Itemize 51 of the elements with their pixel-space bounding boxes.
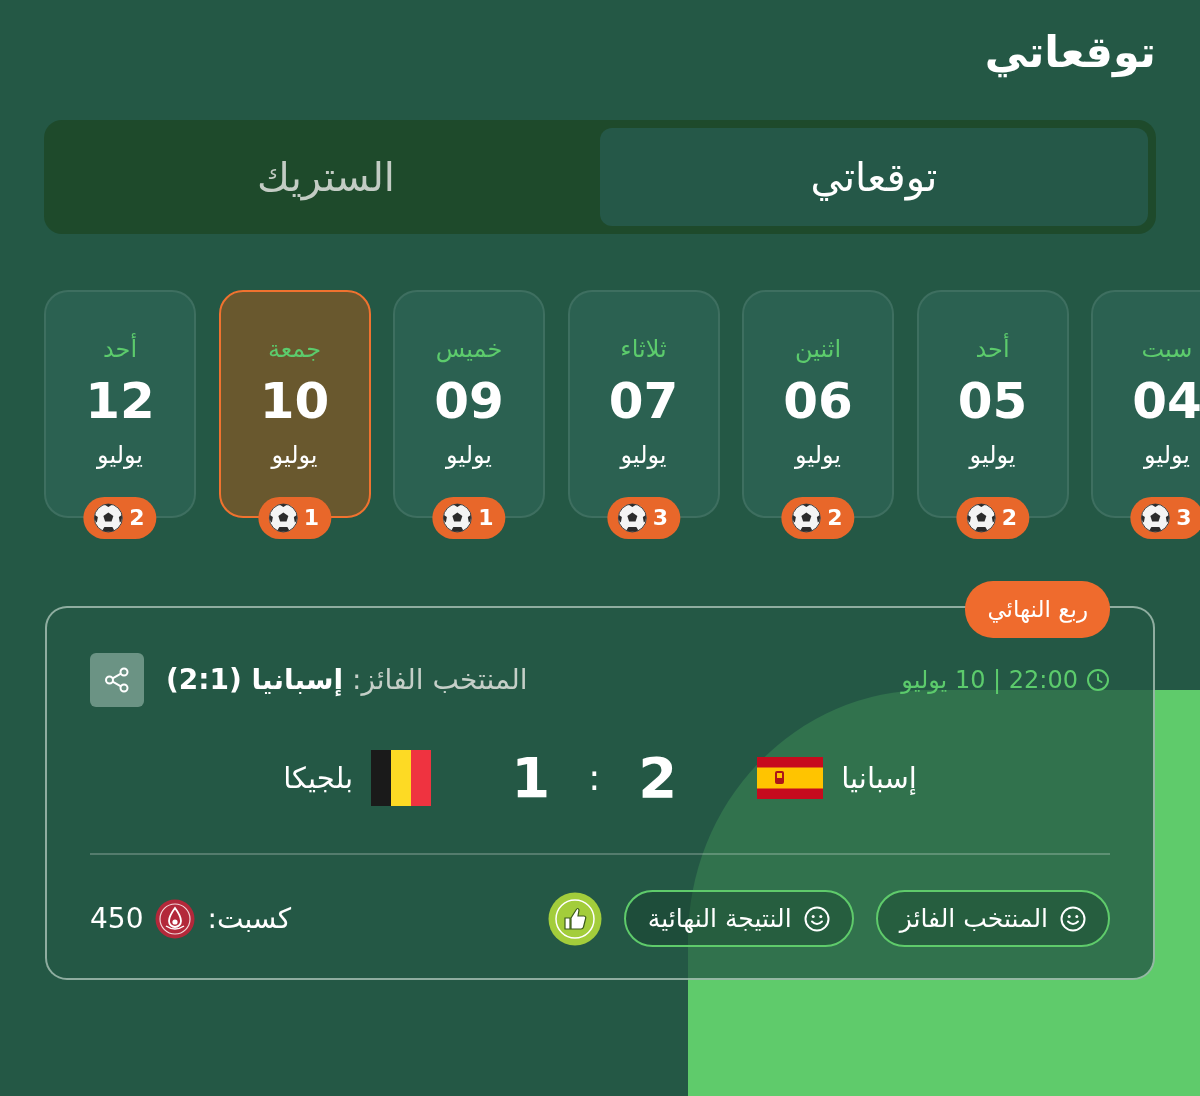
team-name: بلجيكا (283, 760, 354, 796)
prediction-button[interactable]: المنتخب الفائز (875, 890, 1110, 947)
day-number: 06 (783, 371, 853, 432)
thumbs-up-icon (547, 891, 602, 946)
winner-text: المنتخب الفائز: إسبانيا (2:1) (166, 662, 528, 698)
month-label: يوليو (620, 440, 667, 471)
weekday-label: ثلاثاء (620, 334, 667, 364)
month-label: يوليو (446, 440, 492, 471)
football-icon (616, 503, 647, 533)
weekday-label: جمعة (267, 334, 322, 364)
weekday-label: اثنين (794, 334, 842, 364)
day-number: 04 (1132, 371, 1200, 432)
football-icon (267, 503, 298, 533)
football-icon (93, 503, 124, 533)
tab[interactable]: توقعاتي (600, 128, 1148, 226)
football-icon (791, 503, 822, 533)
weekday-label: أحد (975, 334, 1010, 364)
smiley-icon (803, 905, 830, 932)
football-icon (965, 503, 996, 533)
score-separator: : (588, 756, 601, 800)
football-icon (442, 503, 473, 533)
earned-points: 450 (90, 900, 144, 937)
tab[interactable]: الستريك (52, 128, 600, 226)
coin-icon (155, 898, 196, 939)
day-number: 07 (608, 371, 679, 432)
month-label: يوليو (795, 440, 841, 471)
day-number: 12 (85, 371, 155, 432)
month-label: يوليو (271, 440, 318, 471)
weekday-label: أحد (102, 334, 138, 364)
weekday-label: خميس (435, 334, 503, 364)
stage-tag: ربع النهائي (965, 581, 1110, 638)
score: 2 (638, 747, 678, 809)
month-label: يوليو (1144, 440, 1190, 471)
football-icon (1140, 503, 1171, 533)
clock-icon (1086, 668, 1110, 692)
day-number: 05 (957, 371, 1028, 432)
share-button[interactable] (90, 653, 144, 707)
score: 1 (511, 747, 551, 809)
belgium-flag-icon (371, 750, 432, 806)
day-number: 10 (259, 371, 330, 432)
day-number: 09 (434, 371, 504, 432)
prediction-button[interactable]: النتيجة النهائية (623, 890, 854, 947)
month-label: يوليو (969, 440, 1016, 471)
spain-flag-icon (757, 757, 824, 799)
page-title: توقعاتي (984, 26, 1156, 80)
smiley-icon (1060, 905, 1086, 932)
match-time: 22:00 | 10 يوليو (901, 665, 1078, 695)
earned-label: كسبت: (207, 900, 292, 937)
month-label: يوليو (97, 440, 143, 471)
weekday-label: سبت (1141, 334, 1193, 364)
team-name: إسبانيا (841, 760, 917, 796)
